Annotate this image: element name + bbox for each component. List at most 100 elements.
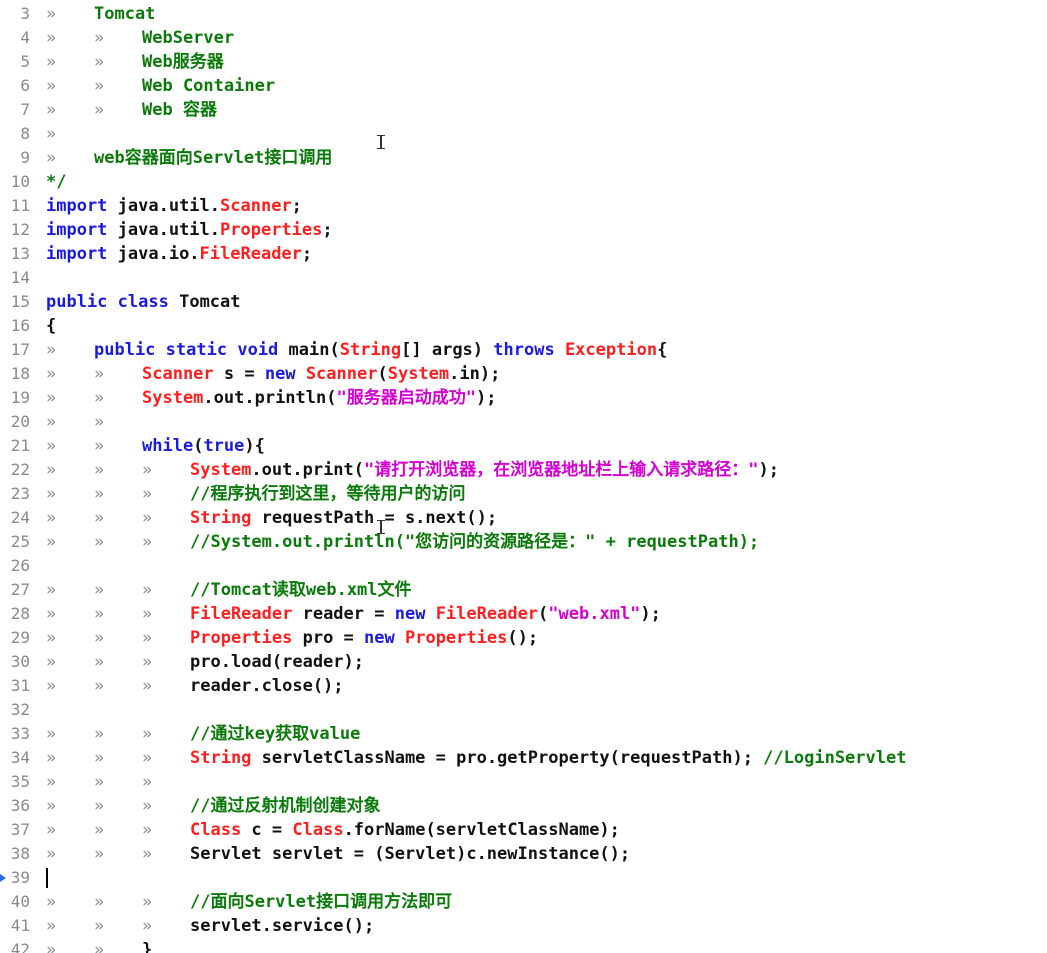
tab-marker-icon: » — [46, 940, 57, 953]
code-token: web容器面向Servlet接口调用 — [94, 148, 333, 168]
code-line[interactable]: 36 » » » //通过反射机制创建对象 — [0, 794, 1047, 818]
code-line[interactable]: 20 » » — [0, 410, 1047, 434]
code-line[interactable]: 32 — [0, 698, 1047, 722]
code-line[interactable]: 42 » »} — [0, 938, 1047, 953]
tab-marker-icon: » — [46, 460, 57, 480]
code-line[interactable]: 5 » » Web服务器 — [0, 50, 1047, 74]
code-line[interactable]: 11 import java.util.Scanner; — [0, 194, 1047, 218]
code-text: while(true){ — [142, 434, 265, 458]
code-line[interactable]: 8» — [0, 122, 1047, 146]
code-line[interactable]: 25 » » » //System.out.println("您访问的资源路径是：" +… — [0, 530, 1047, 554]
tab-marker-icon: » — [46, 340, 57, 360]
code-line[interactable]: 34 » » » String servletClassName = pro.getPr… — [0, 746, 1047, 770]
line-number: 15 — [10, 292, 30, 311]
tab-marker-icon: » — [94, 52, 105, 72]
code-text: System.out.print("请打开浏览器，在浏览器地址栏上输入请求路径：… — [190, 458, 779, 482]
code-line[interactable]: 40 » » » //面向Servlet接口调用方法即可 — [0, 890, 1047, 914]
code-token: Servlet servlet = (Servlet)c.newInstance… — [190, 844, 631, 864]
tab-marker-icon: » — [94, 100, 105, 120]
code-line[interactable]: 29»»» Properties pro = new Properties(); — [0, 626, 1047, 650]
code-token: System — [142, 388, 204, 408]
code-token: ); — [475, 388, 497, 408]
tab-marker-icon: » — [94, 916, 105, 936]
code-token: Properties — [404, 628, 508, 648]
code-line[interactable]: 10 */ — [0, 170, 1047, 194]
code-line[interactable]: 18»» Scanner s = new Scanner(System.in); — [0, 362, 1047, 386]
code-line[interactable]: 26 — [0, 554, 1047, 578]
code-token: ); — [640, 604, 661, 624]
tab-marker-icon: » — [142, 676, 153, 696]
code-text: //通过反射机制创建对象 — [190, 794, 380, 818]
code-line[interactable]: 15 public class Tomcat — [0, 290, 1047, 314]
code-line[interactable]: 4 » » WebServer — [0, 26, 1047, 50]
code-text: Properties pro = new Properties(); — [190, 626, 538, 650]
code-token: .in); — [449, 364, 501, 384]
line-number: 12 — [10, 220, 30, 239]
code-token: Properties — [190, 628, 293, 648]
code-token: //通过反射机制创建对象 — [190, 796, 381, 816]
code-token: FileReader — [199, 244, 302, 264]
code-line[interactable]: 39 — [0, 866, 1047, 890]
code-token: //程序执行到这里，等待用户的访问 — [190, 484, 466, 504]
tab-marker-icon: » — [46, 100, 57, 120]
code-line[interactable]: 22 » » » System.out.print("请打开浏览器，在浏览器地址栏上输入… — [0, 458, 1047, 482]
tab-marker-icon: » — [94, 796, 105, 816]
code-line[interactable]: 3 » Tomcat — [0, 2, 1047, 26]
text-caret — [46, 868, 48, 888]
code-line[interactable]: 28»»» FileReader reader = new FileReader(… — [0, 602, 1047, 626]
code-line[interactable]: 23 » » » //程序执行到这里，等待用户的访问 — [0, 482, 1047, 506]
tab-marker-icon: » — [46, 124, 57, 144]
code-line[interactable]: 33 » » » //通过key获取value — [0, 722, 1047, 746]
tab-marker-icon: » — [94, 580, 105, 600]
code-token: main( — [278, 340, 340, 360]
tab-marker-icon: » — [46, 748, 57, 768]
code-token: //System.out.println("您访问的资源路径是：" + requ… — [190, 532, 760, 552]
code-token: { — [657, 340, 668, 360]
code-line[interactable]: 19 » » System.out.println("服务器启动成功"); — [0, 386, 1047, 410]
tab-marker-icon: » — [94, 820, 105, 840]
line-number: 11 — [10, 196, 30, 215]
code-line[interactable]: 14 — [0, 266, 1047, 290]
code-token: } — [142, 940, 153, 953]
current-line-arrow-icon — [0, 874, 6, 882]
code-token: servlet.service(); — [190, 916, 375, 936]
code-line[interactable]: 7 » » Web 容器 — [0, 98, 1047, 122]
code-line[interactable]: 12 import java.util.Properties; — [0, 218, 1047, 242]
code-line[interactable]: 38 » » » Servlet servlet = (Servlet)c.newIns… — [0, 842, 1047, 866]
code-line[interactable]: 35 » » » — [0, 770, 1047, 794]
code-line[interactable]: 6 » » Web Container — [0, 74, 1047, 98]
code-line[interactable]: 24 » » » String requestPath = s.next(); — [0, 506, 1047, 530]
tab-marker-icon: » — [46, 364, 57, 384]
code-line[interactable]: 31 » » » reader.close(); — [0, 674, 1047, 698]
line-number: 13 — [10, 244, 30, 263]
code-text: */ — [46, 170, 66, 194]
code-editor[interactable]: 3 » Tomcat 4 » » WebServer 5 » » Web服务器 6 » » Web Cont… — [0, 0, 1047, 953]
code-token: WebServer — [142, 28, 235, 48]
code-text: Class c = Class.forName(servletClassName… — [190, 818, 620, 842]
tab-marker-icon: » — [94, 484, 105, 504]
code-line[interactable]: 21 » » while(true){ — [0, 434, 1047, 458]
tab-marker-icon: » — [46, 580, 57, 600]
code-token: "服务器启动成功" — [336, 388, 476, 408]
code-line[interactable]: 13 import java.io.FileReader; — [0, 242, 1047, 266]
code-line[interactable]: 16 { — [0, 314, 1047, 338]
line-number: 23 — [10, 484, 30, 503]
line-number: 34 — [10, 748, 30, 767]
code-line[interactable]: 27 » » » //Tomcat读取web.xml文件 — [0, 578, 1047, 602]
code-line[interactable]: 37»»» Class c = Class.forName(servletClas… — [0, 818, 1047, 842]
code-token: FileReader — [190, 604, 293, 624]
tab-marker-icon: » — [46, 52, 57, 72]
code-line[interactable]: 17 » public static void main(String[] args… — [0, 338, 1047, 362]
code-token: import — [46, 244, 108, 264]
code-text: String servletClassName = pro.getPropert… — [190, 746, 906, 770]
tab-marker-icon: » — [94, 76, 105, 96]
code-line[interactable]: 9 » web容器面向Servlet接口调用 — [0, 146, 1047, 170]
tab-marker-icon: » — [94, 412, 105, 432]
code-token: ; — [301, 244, 313, 264]
code-line[interactable]: 30 » » » pro.load(reader); — [0, 650, 1047, 674]
code-line[interactable]: 41 » » » servlet.service(); — [0, 914, 1047, 938]
